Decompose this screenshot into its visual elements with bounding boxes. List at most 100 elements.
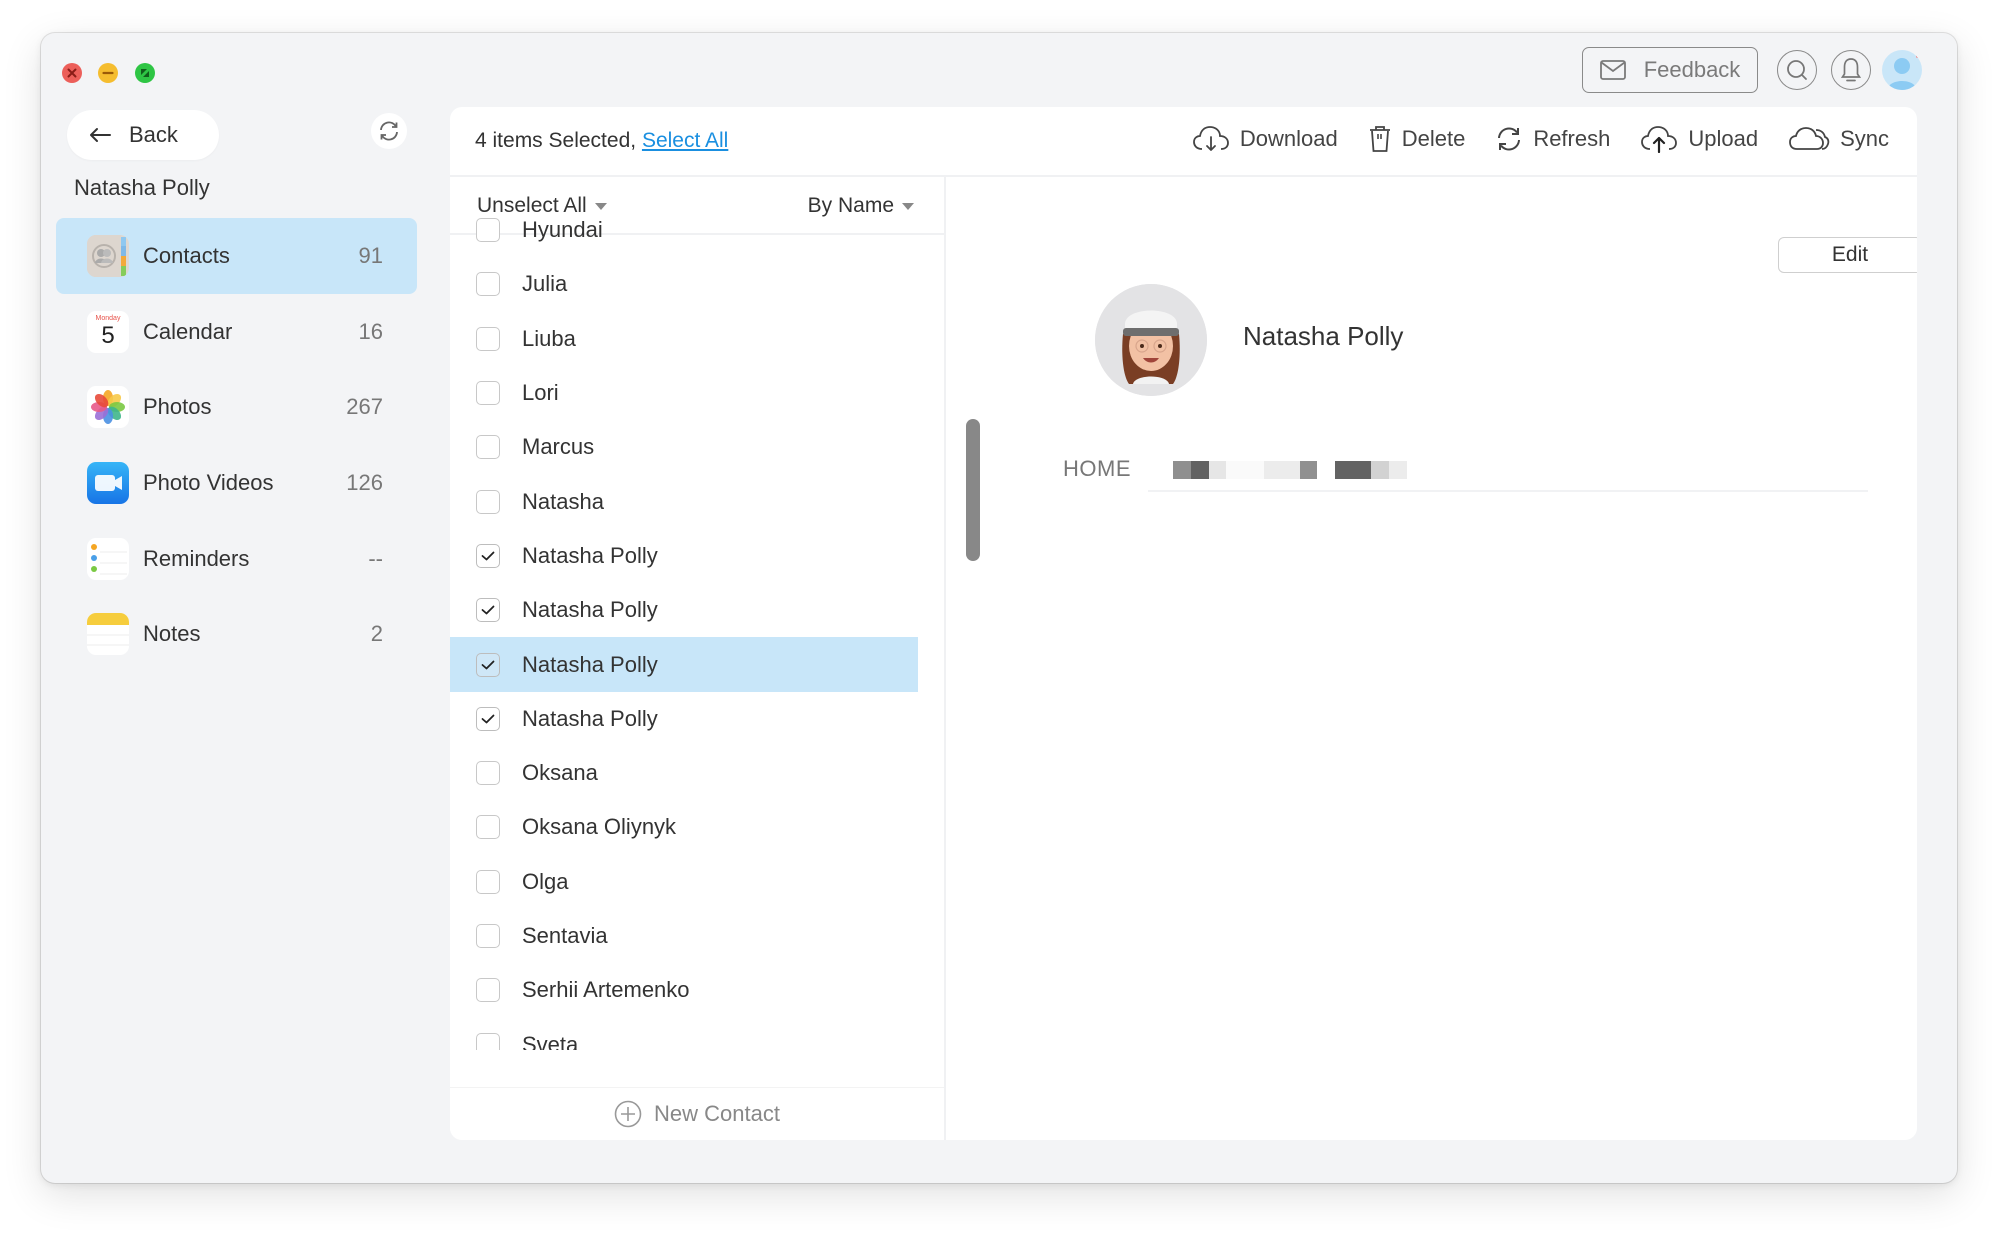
cloud-download-icon (1192, 126, 1229, 151)
calendar-icon-day: Monday (95, 314, 121, 322)
checkmark-icon (481, 551, 495, 561)
upload-button[interactable]: Upload (1640, 125, 1758, 153)
contact-row[interactable]: Julia (450, 257, 918, 311)
sidebar-item-notes[interactable]: Notes 2 (56, 596, 417, 672)
new-contact-label: New Contact (654, 1101, 780, 1126)
cloud-upload-icon (1641, 126, 1678, 153)
search-icon (1787, 60, 1807, 80)
contact-checkbox[interactable] (476, 218, 500, 243)
sidebar-item-count: -- (368, 545, 383, 571)
back-button[interactable]: Back (67, 110, 219, 160)
contact-name-label: Hyundai (522, 217, 603, 243)
edit-button[interactable]: Edit (1778, 237, 1917, 273)
mail-icon (1599, 60, 1626, 80)
contact-row[interactable]: Natasha (450, 474, 918, 528)
download-button[interactable]: Download (1192, 125, 1338, 153)
sidebar-item-label: Photo Videos (143, 469, 274, 495)
contact-row[interactable]: Oksana Oliynyk (450, 800, 918, 854)
delete-label: Delete (1401, 126, 1466, 151)
contact-row[interactable]: Natasha Polly (450, 637, 918, 692)
user-avatar-button[interactable] (1882, 50, 1922, 90)
photos-icon (87, 386, 129, 429)
phone-field-value-redacted (1173, 461, 1407, 479)
sidebar-item-contacts[interactable]: Contacts 91 (56, 218, 417, 294)
toolbar-actions: Download Delete Refresh Upload Sync (1192, 125, 1889, 153)
contact-row[interactable]: Hyundai (450, 203, 918, 257)
sync-button[interactable]: Sync (1788, 126, 1889, 152)
window-minimize-button[interactable] (98, 63, 118, 83)
contact-list: Hyundai Julia Liuba Lori Marcus Natasha Natash… (450, 203, 918, 1050)
refresh-button[interactable]: Refresh (1495, 125, 1610, 153)
contact-name-label: Julia (522, 271, 568, 297)
sidebar-item-photos[interactable]: Photos 267 (56, 369, 417, 445)
contact-row[interactable]: Lori (450, 366, 918, 420)
contact-row[interactable]: Natasha Polly (450, 529, 918, 583)
contact-row[interactable]: Marcus (450, 420, 918, 474)
contact-checkbox[interactable] (476, 706, 500, 731)
contact-checkbox[interactable] (476, 272, 500, 297)
sidebar-item-photo-videos[interactable]: Photo Videos 126 (56, 445, 417, 521)
contact-checkbox[interactable] (476, 761, 500, 786)
feedback-button[interactable]: Feedback (1582, 47, 1758, 93)
select-all-link[interactable]: Select All (642, 129, 728, 152)
contact-row[interactable]: Natasha Polly (450, 692, 918, 746)
contact-checkbox[interactable] (476, 978, 500, 1003)
search-button[interactable] (1777, 50, 1817, 90)
upload-label: Upload (1688, 126, 1759, 151)
contact-name-label: Sentavia (522, 923, 608, 948)
sidebar-item-label: Photos (143, 394, 212, 420)
notifications-button[interactable] (1831, 50, 1871, 90)
contact-avatar (1095, 284, 1207, 396)
contact-row[interactable]: Natasha Polly (450, 583, 918, 637)
contact-row[interactable]: Serhii Artemenko (450, 963, 918, 1017)
window-close-button[interactable] (62, 63, 82, 83)
contact-checkbox[interactable] (476, 869, 500, 894)
checkmark-icon (481, 660, 495, 669)
contact-name-label: Sveta (522, 1031, 579, 1050)
device-refresh-button[interactable] (371, 113, 407, 149)
contact-checkbox[interactable] (476, 543, 500, 568)
memoji-avatar-icon (1095, 284, 1207, 396)
contact-row[interactable]: Olga (450, 855, 918, 909)
contact-row[interactable]: Sveta (450, 1017, 918, 1050)
contact-checkbox[interactable] (476, 435, 500, 460)
new-contact-button[interactable]: New Contact (450, 1087, 944, 1140)
contact-checkbox[interactable] (476, 815, 500, 840)
contact-checkbox[interactable] (476, 381, 500, 406)
reminders-icon (87, 537, 129, 580)
contact-name-label: Serhii Artemenko (522, 977, 690, 1003)
device-name: Natasha Polly (74, 175, 210, 200)
sidebar-item-calendar[interactable]: Monday 5 Calendar 16 (56, 294, 417, 370)
user-avatar-icon (1887, 54, 1920, 90)
contact-name-label: Olga (522, 868, 569, 894)
sidebar-item-count: 91 (358, 242, 383, 268)
contact-checkbox[interactable] (476, 598, 500, 623)
contacts-icon (87, 234, 129, 277)
contact-checkbox[interactable] (476, 1032, 500, 1050)
contact-checkbox[interactable] (476, 489, 500, 514)
app-window: Feedback Back Natasha Polly Contacts 91 … (41, 33, 1957, 1183)
sidebar-item-count: 16 (358, 318, 383, 344)
contact-name-label: Oksana (522, 760, 598, 786)
sidebar-item-reminders[interactable]: Reminders -- (56, 521, 417, 597)
calendar-icon-date: 5 (101, 321, 115, 349)
contact-row[interactable]: Oksana (450, 746, 918, 800)
delete-button[interactable]: Delete (1368, 125, 1466, 153)
contact-row[interactable]: Sentavia (450, 909, 918, 963)
list-scrollbar[interactable] (966, 419, 980, 561)
back-label: Back (129, 122, 178, 147)
contact-name-label: Natasha Polly (522, 542, 658, 568)
contact-checkbox[interactable] (476, 924, 500, 948)
sidebar-item-label: Calendar (143, 318, 233, 344)
plus-circle-icon (614, 1100, 642, 1128)
trash-icon (1369, 126, 1390, 152)
contact-name-label: Lori (522, 380, 559, 406)
contact-checkbox[interactable] (476, 652, 500, 677)
contact-row[interactable]: Liuba (450, 312, 918, 366)
calendar-icon: Monday 5 (87, 310, 129, 353)
contact-name-label: Liuba (522, 325, 576, 351)
contact-name-label: Marcus (522, 434, 595, 460)
bell-icon (1840, 58, 1862, 82)
window-maximize-button[interactable] (135, 63, 155, 83)
contact-checkbox[interactable] (476, 326, 500, 351)
